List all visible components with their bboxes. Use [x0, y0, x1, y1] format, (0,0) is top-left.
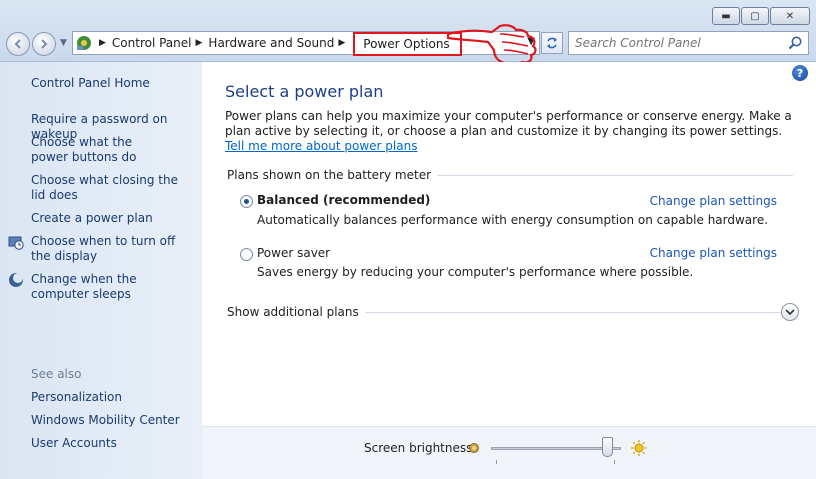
display-clock-icon [8, 236, 24, 250]
back-arrow-icon [14, 39, 21, 49]
balanced-plan-radio[interactable] [240, 195, 253, 208]
intro-text: Power plans can help you maximize your c… [225, 109, 803, 154]
sleep-moon-icon [9, 273, 23, 287]
refresh-icon [547, 37, 557, 49]
bright-sun-icon [631, 440, 647, 456]
minimize-button[interactable]: ▬ [712, 7, 740, 25]
help-icon[interactable]: ? [792, 65, 808, 81]
forward-arrow-icon [41, 39, 48, 49]
dim-brightness-icon [469, 443, 479, 453]
create-power-plan-link[interactable]: Create a power plan [31, 211, 199, 226]
battery-plans-heading: Plans shown on the battery meter [227, 168, 438, 182]
balanced-change-settings-link[interactable]: Change plan settings [650, 194, 777, 208]
page-title: Select a power plan [225, 82, 384, 101]
mobility-center-link[interactable]: Windows Mobility Center [31, 413, 199, 428]
breadcrumb-control-panel[interactable]: Control Panel [112, 36, 192, 50]
power-saver-plan-description: Saves energy by reducing your computer's… [257, 265, 694, 279]
see-also-heading: See also [31, 367, 82, 381]
maximize-button[interactable]: ▢ [741, 7, 769, 25]
turn-off-display-link[interactable]: Choose when to turn off the display [31, 234, 186, 264]
closing-lid-link[interactable]: Choose what closing the lid does [31, 173, 183, 203]
breadcrumb-hardware-and-sound[interactable]: Hardware and Sound [208, 36, 334, 50]
learn-more-link[interactable]: Tell me more about power plans [225, 139, 417, 153]
brightness-footer: Screen brightness: [202, 426, 816, 479]
breadcrumb-separator-icon[interactable]: ▶ [99, 38, 106, 48]
power-saver-plan-name[interactable]: Power saver [257, 246, 330, 260]
user-accounts-link[interactable]: User Accounts [31, 436, 199, 451]
forward-button[interactable] [32, 32, 56, 56]
control-panel-home-link[interactable]: Control Panel Home [31, 76, 199, 91]
window-chrome: ▬ ▢ ✕ ▼ ▶ Control Panel ▶ Hardware and S… [0, 0, 816, 62]
back-button[interactable] [6, 32, 30, 56]
refresh-button[interactable] [541, 32, 563, 54]
power-saver-change-settings-link[interactable]: Change plan settings [650, 246, 777, 260]
computer-sleeps-link[interactable]: Change when the computer sleeps [31, 272, 186, 302]
brightness-slider-thumb[interactable] [602, 437, 613, 457]
breadcrumb-separator-icon[interactable]: ▶ [196, 38, 203, 48]
power-buttons-link[interactable]: Choose what the power buttons do [31, 135, 171, 165]
slider-tick [614, 460, 615, 464]
window-controls: ▬ ▢ ✕ [712, 7, 810, 25]
intro-description: Power plans can help you maximize your c… [225, 109, 792, 138]
expand-chevron-icon[interactable] [781, 303, 799, 321]
left-navigation-pane: Control Panel Home Require a password on… [0, 62, 202, 479]
power-saver-plan-radio[interactable] [240, 248, 253, 261]
personalization-link[interactable]: Personalization [31, 390, 199, 405]
recent-pages-dropdown-icon[interactable]: ▼ [60, 38, 67, 48]
search-icon[interactable] [787, 35, 803, 51]
show-additional-plans-label[interactable]: Show additional plans [227, 305, 365, 319]
breadcrumb-separator-icon[interactable]: ▶ [338, 38, 345, 48]
search-input[interactable] [569, 32, 779, 54]
balanced-plan-description: Automatically balances performance with … [257, 213, 769, 227]
search-box[interactable] [568, 31, 809, 55]
control-panel-icon [73, 32, 95, 54]
close-button[interactable]: ✕ [770, 7, 810, 25]
balanced-plan-name[interactable]: Balanced (recommended) [257, 193, 430, 207]
main-content: ? Select a power plan Power plans can he… [202, 62, 816, 479]
screen-brightness-label: Screen brightness: [364, 441, 477, 455]
slider-tick [496, 460, 497, 464]
